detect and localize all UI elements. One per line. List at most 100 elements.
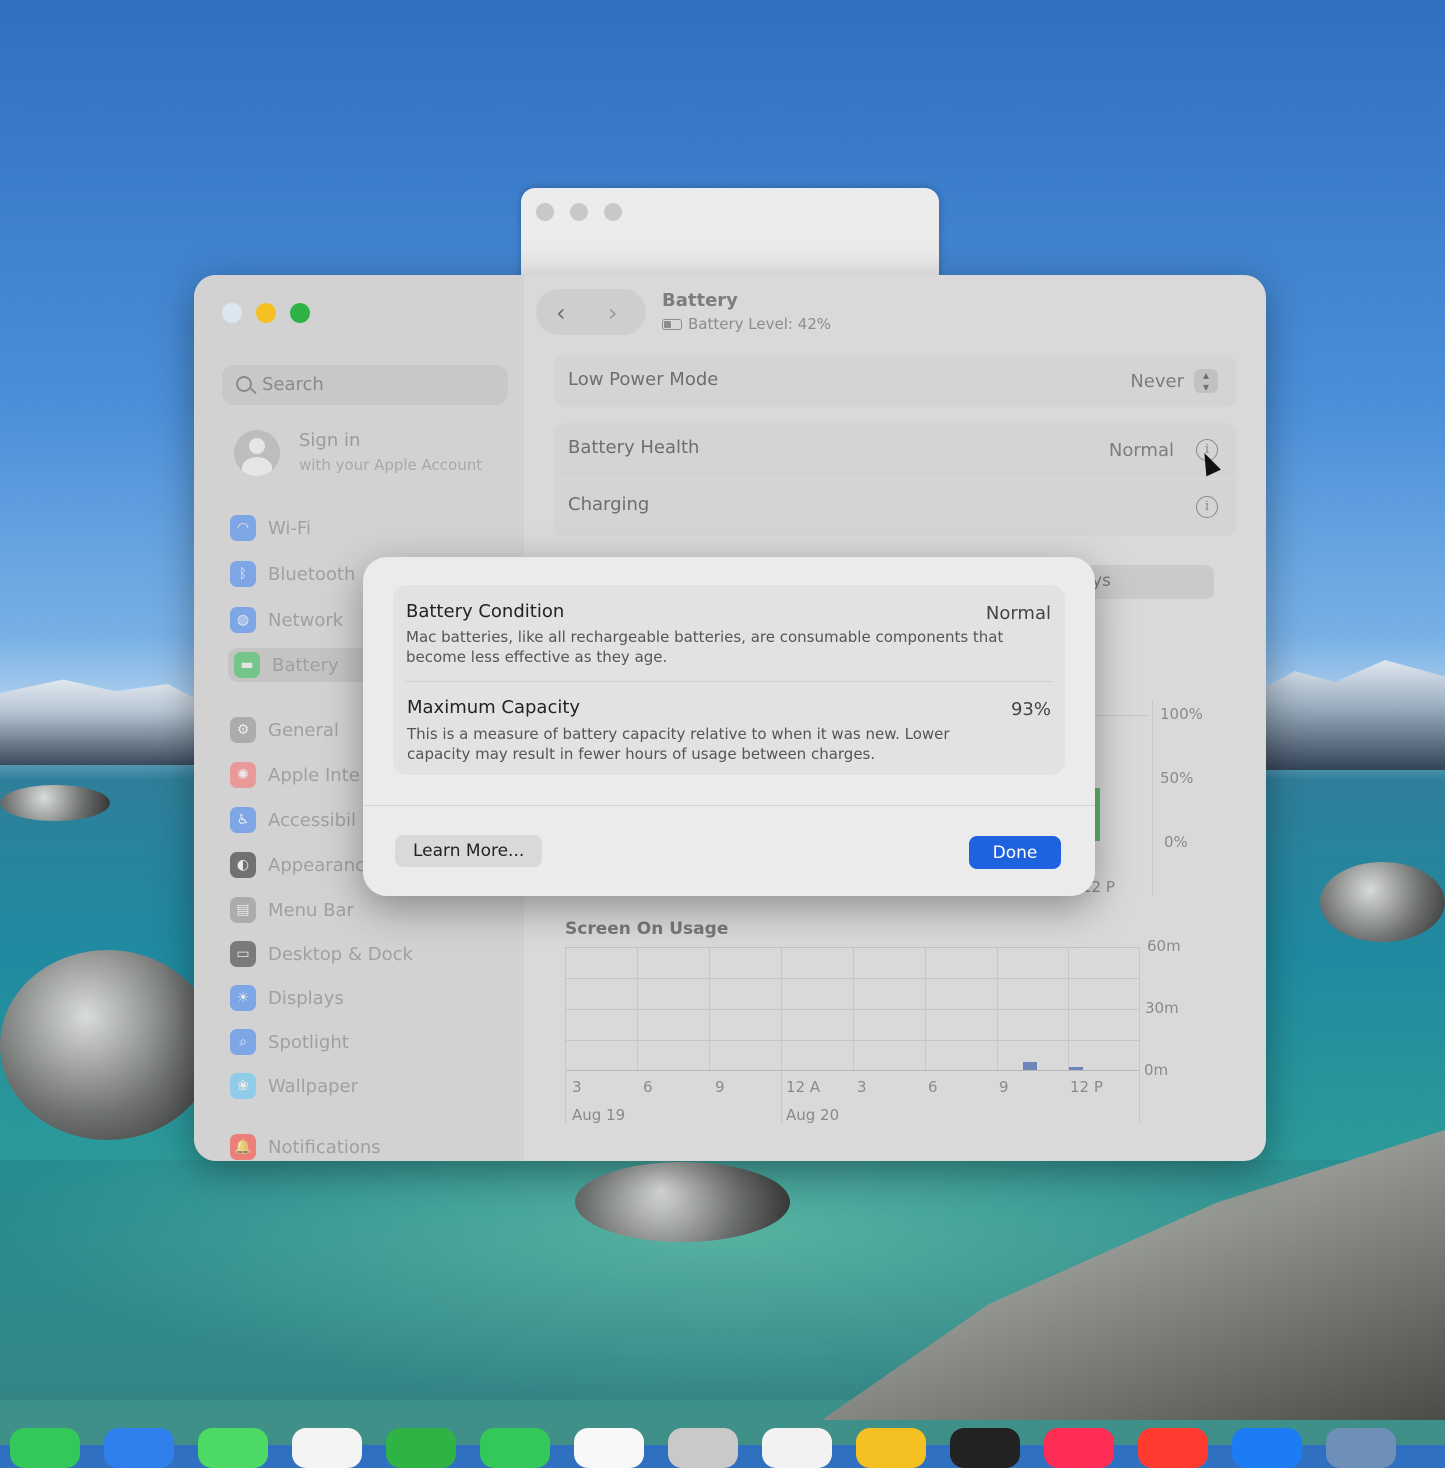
usage-y-label-0m: 0m bbox=[1144, 1061, 1169, 1079]
reminders-icon[interactable] bbox=[762, 1428, 832, 1468]
messages-icon[interactable] bbox=[10, 1428, 80, 1468]
sidebar-item-appearance[interactable]: ◐ Appearanc bbox=[230, 848, 365, 882]
search-input[interactable]: Search bbox=[222, 365, 508, 405]
search-icon bbox=[236, 376, 252, 392]
sidebar-item-label: General bbox=[268, 719, 339, 741]
sidebar-item-notifications[interactable]: 🔔 Notifications bbox=[230, 1130, 381, 1161]
background-window[interactable] bbox=[521, 188, 939, 288]
chart-gridline bbox=[1139, 948, 1140, 1123]
sidebar-item-wifi[interactable]: ◠ Wi-Fi bbox=[230, 511, 311, 545]
sidebar-item-label: Appearanc bbox=[268, 854, 366, 876]
chart-gridline bbox=[565, 948, 566, 1123]
forward-chevron-icon[interactable]: › bbox=[608, 299, 618, 327]
sidebar-item-bluetooth[interactable]: ᛒ Bluetooth bbox=[230, 557, 355, 591]
charging-label: Charging bbox=[568, 494, 650, 515]
back-chevron-icon[interactable]: ‹ bbox=[556, 299, 566, 327]
apple-tv-icon[interactable] bbox=[950, 1428, 1020, 1468]
appearance-icon: ◐ bbox=[230, 852, 256, 878]
wallpaper-rock bbox=[0, 950, 215, 1140]
usage-x-label: 12 P bbox=[1070, 1078, 1103, 1096]
wallpaper-mountain-left bbox=[0, 679, 210, 765]
wallpaper-mountain-right bbox=[1245, 660, 1445, 770]
battery-y-label-50: 50% bbox=[1160, 769, 1194, 787]
minimize-button[interactable] bbox=[256, 303, 276, 323]
chart-gridline bbox=[1068, 948, 1069, 1070]
accessibility-icon: ♿ bbox=[230, 807, 256, 833]
dock-icon: ▭ bbox=[230, 941, 256, 967]
globe-icon: ◍ bbox=[230, 607, 256, 633]
phone-icon[interactable] bbox=[480, 1428, 550, 1468]
music-icon[interactable] bbox=[1044, 1428, 1114, 1468]
close-button[interactable] bbox=[222, 303, 242, 323]
photos-icon[interactable] bbox=[292, 1428, 362, 1468]
battery-condition-title: Battery Condition bbox=[406, 601, 565, 622]
low-power-mode-label: Low Power Mode bbox=[568, 369, 719, 390]
chevron-updown-icon[interactable]: ▴ ▾ bbox=[1194, 369, 1218, 393]
chart-gridline bbox=[997, 948, 998, 1070]
usage-date-label: Aug 20 bbox=[786, 1106, 840, 1124]
info-icon[interactable]: i bbox=[1196, 496, 1218, 518]
search-placeholder: Search bbox=[262, 374, 324, 395]
flower-icon: ❀ bbox=[230, 1073, 256, 1099]
back-window-zoom-button[interactable] bbox=[604, 203, 622, 221]
mail-icon[interactable] bbox=[104, 1428, 174, 1468]
chart-gridline bbox=[1092, 715, 1148, 716]
done-button[interactable]: Done bbox=[969, 836, 1061, 869]
sidebar-item-label: Wallpaper bbox=[268, 1075, 359, 1097]
sun-icon: ☀ bbox=[230, 985, 256, 1011]
chart-title: Screen On Usage bbox=[565, 919, 729, 939]
sidebar-item-label: Network bbox=[268, 609, 344, 631]
usage-x-label: 3 bbox=[572, 1078, 582, 1096]
apple-intelligence-icon: ✺ bbox=[230, 762, 256, 788]
news-icon[interactable] bbox=[1138, 1428, 1208, 1468]
chart-axis bbox=[565, 1070, 1139, 1071]
maps-icon[interactable] bbox=[198, 1428, 268, 1468]
sidebar-item-label: Bluetooth bbox=[268, 563, 356, 585]
notes-icon[interactable] bbox=[856, 1428, 926, 1468]
bell-icon: 🔔 bbox=[230, 1134, 256, 1160]
sidebar-item-general[interactable]: ⚙ General bbox=[230, 713, 339, 747]
battery-y-label-100: 100% bbox=[1160, 705, 1203, 723]
navigation-buttons: ‹ › bbox=[536, 289, 646, 335]
battery-level-icon bbox=[662, 319, 682, 330]
chart-gridline bbox=[709, 948, 710, 1070]
calendar-icon[interactable] bbox=[574, 1428, 644, 1468]
zoom-button[interactable] bbox=[290, 303, 310, 323]
divider bbox=[405, 681, 1053, 682]
sidebar-item-accessibility[interactable]: ♿ Accessibil bbox=[230, 803, 356, 837]
battery-health-value: Normal bbox=[1108, 440, 1174, 461]
sidebar-item-displays[interactable]: ☀ Displays bbox=[230, 981, 344, 1015]
back-window-minimize-button[interactable] bbox=[570, 203, 588, 221]
segmented-tab-control[interactable]: ys bbox=[1084, 565, 1214, 599]
sidebar-item-desktop-dock[interactable]: ▭ Desktop & Dock bbox=[230, 937, 413, 971]
account-title: Sign in bbox=[299, 430, 361, 451]
maximum-capacity-title: Maximum Capacity bbox=[407, 697, 581, 718]
usage-plot bbox=[565, 947, 1140, 1123]
usage-y-label-30m: 30m bbox=[1145, 999, 1179, 1017]
usage-x-label: 6 bbox=[643, 1078, 653, 1096]
charging-row: Charging i bbox=[554, 480, 1236, 536]
sidebar-item-menu-bar[interactable]: ▤ Menu Bar bbox=[230, 893, 354, 927]
chart-gridline bbox=[1152, 700, 1153, 895]
battery-health-row: Battery Health Normal i bbox=[554, 423, 1236, 479]
app-store-icon[interactable] bbox=[1232, 1428, 1302, 1468]
maximum-capacity-description: This is a measure of battery capacity re… bbox=[407, 725, 950, 763]
wallpaper-rock bbox=[0, 785, 110, 821]
bluetooth-icon: ᛒ bbox=[230, 561, 256, 587]
screen-on-usage-chart: Screen On Usage 60m 30m 0m 3 6 9 12 A 3 … bbox=[559, 919, 1181, 1125]
back-window-close-button[interactable] bbox=[536, 203, 554, 221]
sidebar-item-spotlight[interactable]: ⌕ Spotlight bbox=[230, 1025, 349, 1059]
system-settings-icon[interactable] bbox=[1326, 1428, 1396, 1468]
contacts-icon[interactable] bbox=[668, 1428, 738, 1468]
chart-gridline bbox=[781, 948, 782, 1123]
sidebar-item-wallpaper[interactable]: ❀ Wallpaper bbox=[230, 1069, 358, 1103]
low-power-mode-value[interactable]: Never bbox=[1130, 371, 1184, 392]
usage-x-label: 9 bbox=[715, 1078, 725, 1096]
facetime-icon[interactable] bbox=[386, 1428, 456, 1468]
battery-level-text: Battery Level: 42% bbox=[688, 315, 832, 333]
sidebar-item-network[interactable]: ◍ Network bbox=[230, 603, 343, 637]
sidebar-item-apple-intelligence[interactable]: ✺ Apple Inte bbox=[230, 758, 360, 792]
sidebar-item-label: Desktop & Dock bbox=[268, 943, 413, 965]
learn-more-button[interactable]: Learn More... bbox=[395, 835, 543, 867]
avatar bbox=[234, 430, 280, 476]
